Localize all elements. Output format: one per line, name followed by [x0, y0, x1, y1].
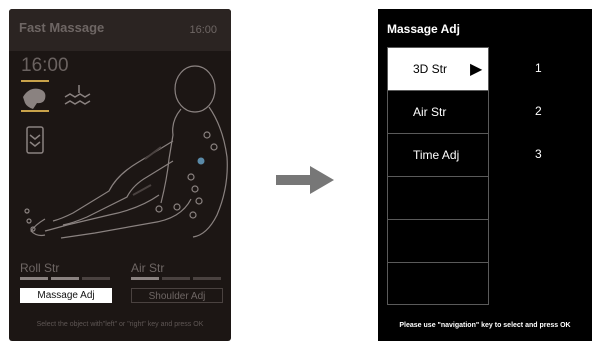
screen-title: Fast Massage: [19, 20, 105, 35]
menu-item-empty: [387, 176, 489, 219]
massage-adj-button[interactable]: Massage Adj: [20, 288, 112, 303]
air-str-bars: [131, 277, 221, 280]
menu-item-value: 3: [535, 147, 542, 161]
menu-item-label: 3D Str: [413, 62, 448, 76]
right-arrow-icon: [276, 166, 334, 194]
menu-item-value: 1: [535, 61, 542, 75]
air-str-label: Air Str: [131, 261, 165, 275]
screen-title: Massage Adj: [387, 22, 460, 36]
level-bar-segment: [51, 277, 79, 280]
shoulder-adj-button[interactable]: Shoulder Adj: [131, 288, 223, 303]
menu-item-empty: [387, 219, 489, 262]
level-bar-segment: [20, 277, 48, 280]
massage-hand-icon: [21, 80, 49, 112]
level-bar-segment: [193, 277, 221, 280]
menu-item-label: Air Str: [413, 105, 447, 119]
play-triangle-icon: ▶: [470, 61, 483, 78]
header-time: 16:00: [189, 24, 217, 36]
roll-str-bars: [20, 277, 110, 280]
menu-item-value: 2: [535, 104, 542, 118]
level-bar-segment: [131, 277, 159, 280]
left-footer-instruction: Select the object with"left" or "right" …: [36, 321, 204, 328]
menu-item-air-str[interactable]: Air Str: [387, 90, 489, 133]
fast-massage-screen: Fast Massage 16:00 16:00 Roll Str Air St…: [9, 9, 231, 341]
roll-str-label: Roll Str: [20, 261, 60, 275]
menu-item-time-adj[interactable]: Time Adj: [387, 133, 489, 176]
active-massage-point: [197, 157, 205, 165]
heat-wave-icon: [64, 85, 91, 105]
human-body-diagram: [30, 65, 228, 239]
menu-item-3d-str[interactable]: 3D Str ▶: [387, 47, 489, 90]
level-bar-segment: [82, 277, 110, 280]
menu-item-empty: [387, 262, 489, 305]
left-header: Fast Massage 16:00: [9, 9, 231, 51]
level-bar-segment: [162, 277, 190, 280]
massage-adj-screen: Massage Adj 3D Str ▶ Air Str Time Adj 1 2 3 P…: [378, 9, 592, 341]
menu-item-label: Time Adj: [413, 148, 460, 162]
foot-roller-icon: [26, 126, 44, 154]
massage-adj-menu: 3D Str ▶ Air Str Time Adj: [387, 47, 489, 305]
body-illustration: [21, 65, 228, 239]
right-footer-instruction: Please use "navigation" key to select an…: [399, 322, 571, 329]
